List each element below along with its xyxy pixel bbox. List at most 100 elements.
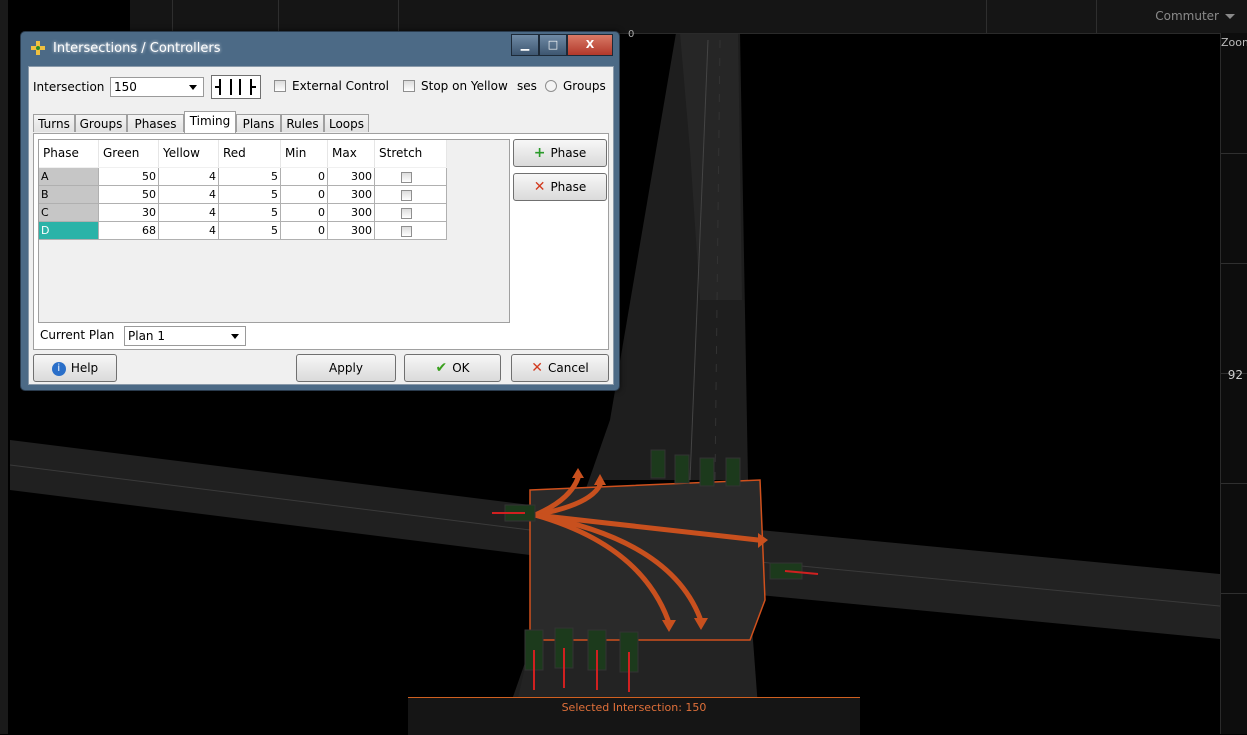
intersection-select[interactable]: 150 — [110, 77, 204, 97]
close-button[interactable]: X — [567, 34, 613, 56]
stretch-checkbox[interactable] — [401, 225, 412, 237]
vehicle-type-label: Commuter — [1155, 9, 1219, 23]
current-plan-select[interactable]: Plan 1 — [124, 326, 246, 346]
max-cell[interactable]: 300 — [328, 168, 375, 186]
phase-cell[interactable]: C — [39, 204, 99, 222]
green-cell[interactable]: 68 — [99, 222, 159, 240]
apply-label: Apply — [329, 361, 363, 375]
current-plan-value: Plan 1 — [128, 329, 165, 343]
lane-layout-icon — [215, 79, 256, 95]
stop-on-yellow-checkbox[interactable] — [403, 80, 415, 92]
phase-cell[interactable]: D — [39, 222, 99, 240]
column-header[interactable]: Max — [328, 140, 375, 167]
timing-table: Phase Green Yellow Red Min Max Stretch A… — [38, 139, 510, 323]
table-row[interactable]: B 50 4 5 0 300 — [39, 186, 447, 204]
external-control-label: External Control — [292, 79, 389, 93]
stretch-cell[interactable] — [375, 186, 447, 204]
min-cell[interactable]: 0 — [281, 204, 328, 222]
stretch-cell[interactable] — [375, 222, 447, 240]
intersections-dialog: Intersections / Controllers ▁ □ X Inters… — [20, 31, 620, 391]
help-button[interactable]: i Help — [33, 354, 117, 382]
chevron-down-icon — [189, 85, 197, 90]
stretch-checkbox[interactable] — [401, 171, 412, 183]
yellow-cell[interactable]: 4 — [159, 204, 219, 222]
max-cell[interactable]: 300 — [328, 222, 375, 240]
zoom-label: Zoom — [1221, 36, 1247, 49]
stretch-cell[interactable] — [375, 204, 447, 222]
maximize-button[interactable]: □ — [539, 34, 567, 56]
column-header[interactable]: Phase — [39, 140, 99, 167]
left-ruler — [0, 0, 8, 734]
tab-plans[interactable]: Plans — [236, 114, 281, 132]
chevron-down-icon — [231, 334, 239, 339]
red-cell[interactable]: 5 — [219, 168, 281, 186]
tab-timing[interactable]: Timing — [184, 111, 236, 133]
vehicle-type-dropdown[interactable]: Commuter — [1155, 9, 1235, 23]
remove-phase-button[interactable]: ✕ Phase — [513, 173, 607, 201]
red-cell[interactable]: 5 — [219, 186, 281, 204]
intersection-label: Intersection — [33, 80, 105, 94]
cancel-icon: ✕ — [531, 360, 544, 376]
stretch-checkbox[interactable] — [401, 207, 412, 219]
apply-button[interactable]: Apply — [296, 354, 396, 382]
ok-button[interactable]: ✔ OK — [404, 354, 501, 382]
external-control-checkbox[interactable] — [274, 80, 286, 92]
stop-on-yellow-label: Stop on Yellow — [421, 79, 508, 93]
stretch-checkbox[interactable] — [401, 189, 412, 201]
green-cell[interactable]: 50 — [99, 186, 159, 204]
cancel-button[interactable]: ✕ Cancel — [511, 354, 609, 382]
max-cell[interactable]: 300 — [328, 204, 375, 222]
phase-cell[interactable]: B — [39, 186, 99, 204]
yellow-cell[interactable]: 4 — [159, 186, 219, 204]
min-cell[interactable]: 0 — [281, 168, 328, 186]
intersection-value: 150 — [114, 80, 137, 94]
lane-layout-button[interactable] — [211, 75, 261, 99]
groups-radio[interactable] — [545, 80, 557, 92]
column-header[interactable]: Red — [219, 140, 281, 167]
max-cell[interactable]: 300 — [328, 186, 375, 204]
chevron-down-icon — [1225, 14, 1235, 19]
status-bar: Selected Intersection: 150 — [408, 697, 860, 735]
axis-zero-label: 0 — [628, 29, 635, 40]
minimize-button[interactable]: ▁ — [511, 34, 539, 56]
add-phase-label: Phase — [550, 146, 587, 160]
ok-label: OK — [452, 361, 470, 375]
table-row[interactable]: A 50 4 5 0 300 — [39, 168, 447, 186]
column-header[interactable]: Green — [99, 140, 159, 167]
dialog-title-bar[interactable]: Intersections / Controllers ▁ □ X — [21, 32, 619, 63]
column-header[interactable]: Stretch — [375, 140, 447, 167]
red-cell[interactable]: 5 — [219, 222, 281, 240]
cancel-label: Cancel — [548, 361, 589, 375]
green-cell[interactable]: 30 — [99, 204, 159, 222]
tab-rules[interactable]: Rules — [281, 114, 324, 132]
delete-icon: ✕ — [533, 179, 546, 195]
dialog-title: Intersections / Controllers — [53, 41, 221, 56]
table-header: Phase Green Yellow Red Min Max Stretch — [39, 140, 447, 167]
status-text: Selected Intersection: 150 — [561, 701, 707, 714]
green-cell[interactable]: 50 — [99, 168, 159, 186]
stretch-cell[interactable] — [375, 168, 447, 186]
tab-groups[interactable]: Groups — [75, 114, 127, 132]
yellow-cell[interactable]: 4 — [159, 168, 219, 186]
min-cell[interactable]: 0 — [281, 222, 328, 240]
min-cell[interactable]: 0 — [281, 186, 328, 204]
checkmark-icon: ✔ — [435, 360, 448, 376]
intersection-toolbar: Intersection 150 External Control Stop o… — [29, 67, 613, 105]
table-row[interactable]: C 30 4 5 0 300 — [39, 204, 447, 222]
info-icon: i — [51, 361, 66, 376]
column-header[interactable]: Min — [281, 140, 328, 167]
tab-turns[interactable]: Turns — [33, 114, 75, 132]
top-ruler: Commuter — [130, 0, 1247, 34]
plus-icon: + — [533, 145, 546, 161]
tab-loops[interactable]: Loops — [324, 114, 369, 132]
table-row[interactable]: D 68 4 5 0 300 — [39, 222, 447, 240]
intersection-box — [529, 479, 766, 641]
column-header[interactable]: Yellow — [159, 140, 219, 167]
yellow-cell[interactable]: 4 — [159, 222, 219, 240]
add-phase-button[interactable]: + Phase — [513, 139, 607, 167]
phase-cell[interactable]: A — [39, 168, 99, 186]
intersection-icon — [31, 41, 45, 55]
tab-phases[interactable]: Phases — [127, 114, 184, 132]
red-cell[interactable]: 5 — [219, 204, 281, 222]
right-ruler — [1220, 33, 1247, 734]
